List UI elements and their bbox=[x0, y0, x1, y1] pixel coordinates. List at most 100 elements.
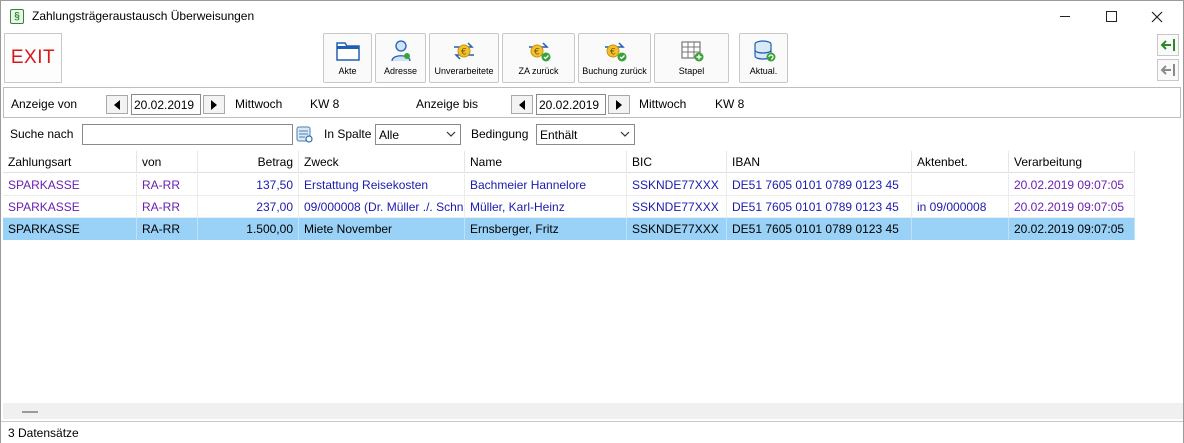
table-row-selected[interactable]: SPARKASSE RA-RR 1.500,00 Miete November … bbox=[3, 218, 1135, 240]
table-cell: Bachmeier Hannelore bbox=[465, 174, 627, 196]
table-cell: in 09/000008 bbox=[912, 196, 1009, 218]
svg-text:€: € bbox=[461, 48, 467, 58]
date-range-bar: Anzeige von 20.02.2019 Mittwoch KW 8 Anz… bbox=[3, 87, 1181, 118]
to-date-field[interactable]: 20.02.2019 bbox=[536, 94, 606, 115]
triangle-left-icon bbox=[519, 99, 525, 110]
euro-check-icon: € bbox=[604, 42, 626, 62]
scrollbar-thumb[interactable] bbox=[22, 411, 38, 413]
from-prev-button[interactable] bbox=[106, 95, 128, 114]
column-header[interactable]: Verarbeitung bbox=[1009, 151, 1135, 173]
table-cell: 1.500,00 bbox=[198, 218, 299, 240]
triangle-left-icon bbox=[114, 99, 120, 110]
column-header[interactable]: Zweck bbox=[299, 151, 465, 173]
table-row[interactable]: SPARKASSE RA-RR 137,50 Erstattung Reisek… bbox=[3, 174, 1135, 196]
condition-select[interactable]: Enthält bbox=[536, 124, 635, 145]
table-cell: Miete November bbox=[299, 218, 465, 240]
table-cell: 20.02.2019 09:07:05 bbox=[1009, 218, 1135, 240]
column-header[interactable]: IBAN bbox=[727, 151, 912, 173]
minimize-button[interactable] bbox=[1042, 1, 1088, 32]
from-week: KW 8 bbox=[310, 97, 340, 111]
svg-text:€: € bbox=[610, 48, 616, 58]
folder-icon bbox=[335, 42, 360, 61]
buchung-zurueck-label: Buchung zurück bbox=[582, 66, 647, 76]
arrow-left-icon bbox=[1160, 64, 1175, 76]
table-cell: Erstattung Reisekosten bbox=[299, 174, 465, 196]
maximize-button[interactable] bbox=[1088, 1, 1134, 32]
horizontal-scrollbar[interactable] bbox=[3, 403, 1183, 419]
triangle-right-icon bbox=[211, 99, 217, 110]
adresse-button[interactable]: Adresse bbox=[375, 33, 426, 83]
condition-select-value: Enthält bbox=[540, 128, 578, 142]
table-cell: SSKNDE77XXX bbox=[627, 218, 727, 240]
dock-out-button[interactable] bbox=[1157, 59, 1179, 81]
grid-add-icon bbox=[680, 41, 703, 62]
unverarbeitete-label: Unverarbeitete bbox=[434, 66, 494, 76]
chevron-down-icon bbox=[446, 131, 456, 137]
za-zurueck-button[interactable]: € ZA zurück bbox=[502, 33, 575, 83]
stapel-label: Stapel bbox=[678, 66, 705, 76]
search-icon bbox=[296, 126, 313, 143]
bedingung-label: Bedingung bbox=[471, 127, 529, 141]
column-header[interactable]: Name bbox=[465, 151, 627, 173]
close-button[interactable] bbox=[1134, 1, 1180, 32]
to-prev-button[interactable] bbox=[511, 95, 533, 114]
column-header[interactable]: BIC bbox=[627, 151, 727, 173]
table-cell: 137,50 bbox=[198, 174, 299, 196]
table-cell bbox=[912, 218, 1009, 240]
column-header[interactable]: von bbox=[137, 151, 198, 173]
table-cell: 09/000008 (Dr. Müller ./. Schn bbox=[299, 196, 465, 218]
table-cell: SPARKASSE bbox=[3, 218, 137, 240]
close-icon bbox=[1151, 11, 1163, 22]
person-icon bbox=[390, 40, 411, 62]
table-cell: RA-RR bbox=[137, 174, 198, 196]
to-weekday: Mittwoch bbox=[639, 97, 687, 111]
exit-button[interactable]: EXIT bbox=[4, 33, 62, 83]
aktualisieren-label: Aktual. bbox=[749, 66, 778, 76]
table-row[interactable]: SPARKASSE RA-RR 237,00 09/000008 (Dr. Mü… bbox=[3, 196, 1135, 218]
chevron-down-icon bbox=[620, 131, 630, 137]
table-cell: Ernsberger, Fritz bbox=[465, 218, 627, 240]
stapel-button[interactable]: Stapel bbox=[654, 33, 729, 83]
table-cell: SPARKASSE bbox=[3, 174, 137, 196]
adresse-label: Adresse bbox=[383, 66, 418, 76]
table-cell: SSKNDE77XXX bbox=[627, 174, 727, 196]
table-cell: SPARKASSE bbox=[3, 196, 137, 218]
app-icon: § bbox=[10, 9, 24, 24]
euro-exchange-icon: € bbox=[454, 42, 474, 60]
svg-text:€: € bbox=[534, 48, 540, 58]
aktualisieren-button[interactable]: Aktual. bbox=[739, 33, 788, 83]
search-button[interactable] bbox=[296, 125, 314, 144]
column-header[interactable]: Zahlungsart bbox=[3, 151, 137, 173]
title-bar: § Zahlungsträgeraustausch Überweisungen bbox=[1, 1, 1183, 32]
from-weekday: Mittwoch bbox=[235, 97, 283, 111]
dock-in-button[interactable] bbox=[1157, 34, 1179, 56]
from-next-button[interactable] bbox=[203, 95, 225, 114]
search-bar: Suche nach In Spalte Alle Bedingung Enth… bbox=[1, 119, 1183, 151]
from-date-field[interactable]: 20.02.2019 bbox=[131, 94, 201, 115]
toolbar: EXIT Akte Adresse € Unverarbeitete € ZA … bbox=[1, 32, 1183, 86]
buchung-zurueck-button[interactable]: € Buchung zurück bbox=[578, 33, 651, 83]
table-cell: Müller, Karl-Heinz bbox=[465, 196, 627, 218]
column-header[interactable]: Betrag bbox=[198, 151, 299, 173]
anzeige-von-label: Anzeige von bbox=[11, 97, 78, 111]
table-cell: 237,00 bbox=[198, 196, 299, 218]
transfers-table: Zahlungsart von Betrag Zweck Name BIC IB… bbox=[3, 151, 1183, 419]
table-cell: RA-RR bbox=[137, 196, 198, 218]
suche-nach-label: Suche nach bbox=[10, 127, 74, 141]
unverarbeitete-button[interactable]: € Unverarbeitete bbox=[429, 33, 499, 83]
table-cell: DE51 7605 0101 0789 0123 45 bbox=[727, 196, 912, 218]
search-input[interactable] bbox=[82, 124, 293, 145]
column-header[interactable]: Aktenbet. bbox=[912, 151, 1009, 173]
akte-button[interactable]: Akte bbox=[323, 33, 372, 83]
table-cell: DE51 7605 0101 0789 0123 45 bbox=[727, 218, 912, 240]
table-cell: RA-RR bbox=[137, 218, 198, 240]
table-cell bbox=[912, 174, 1009, 196]
column-select[interactable]: Alle bbox=[375, 124, 461, 145]
table-cell: 20.02.2019 09:07:05 bbox=[1009, 174, 1135, 196]
za-zurueck-label: ZA zurück bbox=[518, 66, 559, 76]
status-bar: 3 Datensätze bbox=[1, 421, 1183, 443]
table-cell: DE51 7605 0101 0789 0123 45 bbox=[727, 174, 912, 196]
triangle-right-icon bbox=[616, 99, 622, 110]
to-next-button[interactable] bbox=[608, 95, 630, 114]
anzeige-bis-label: Anzeige bis bbox=[416, 97, 479, 111]
